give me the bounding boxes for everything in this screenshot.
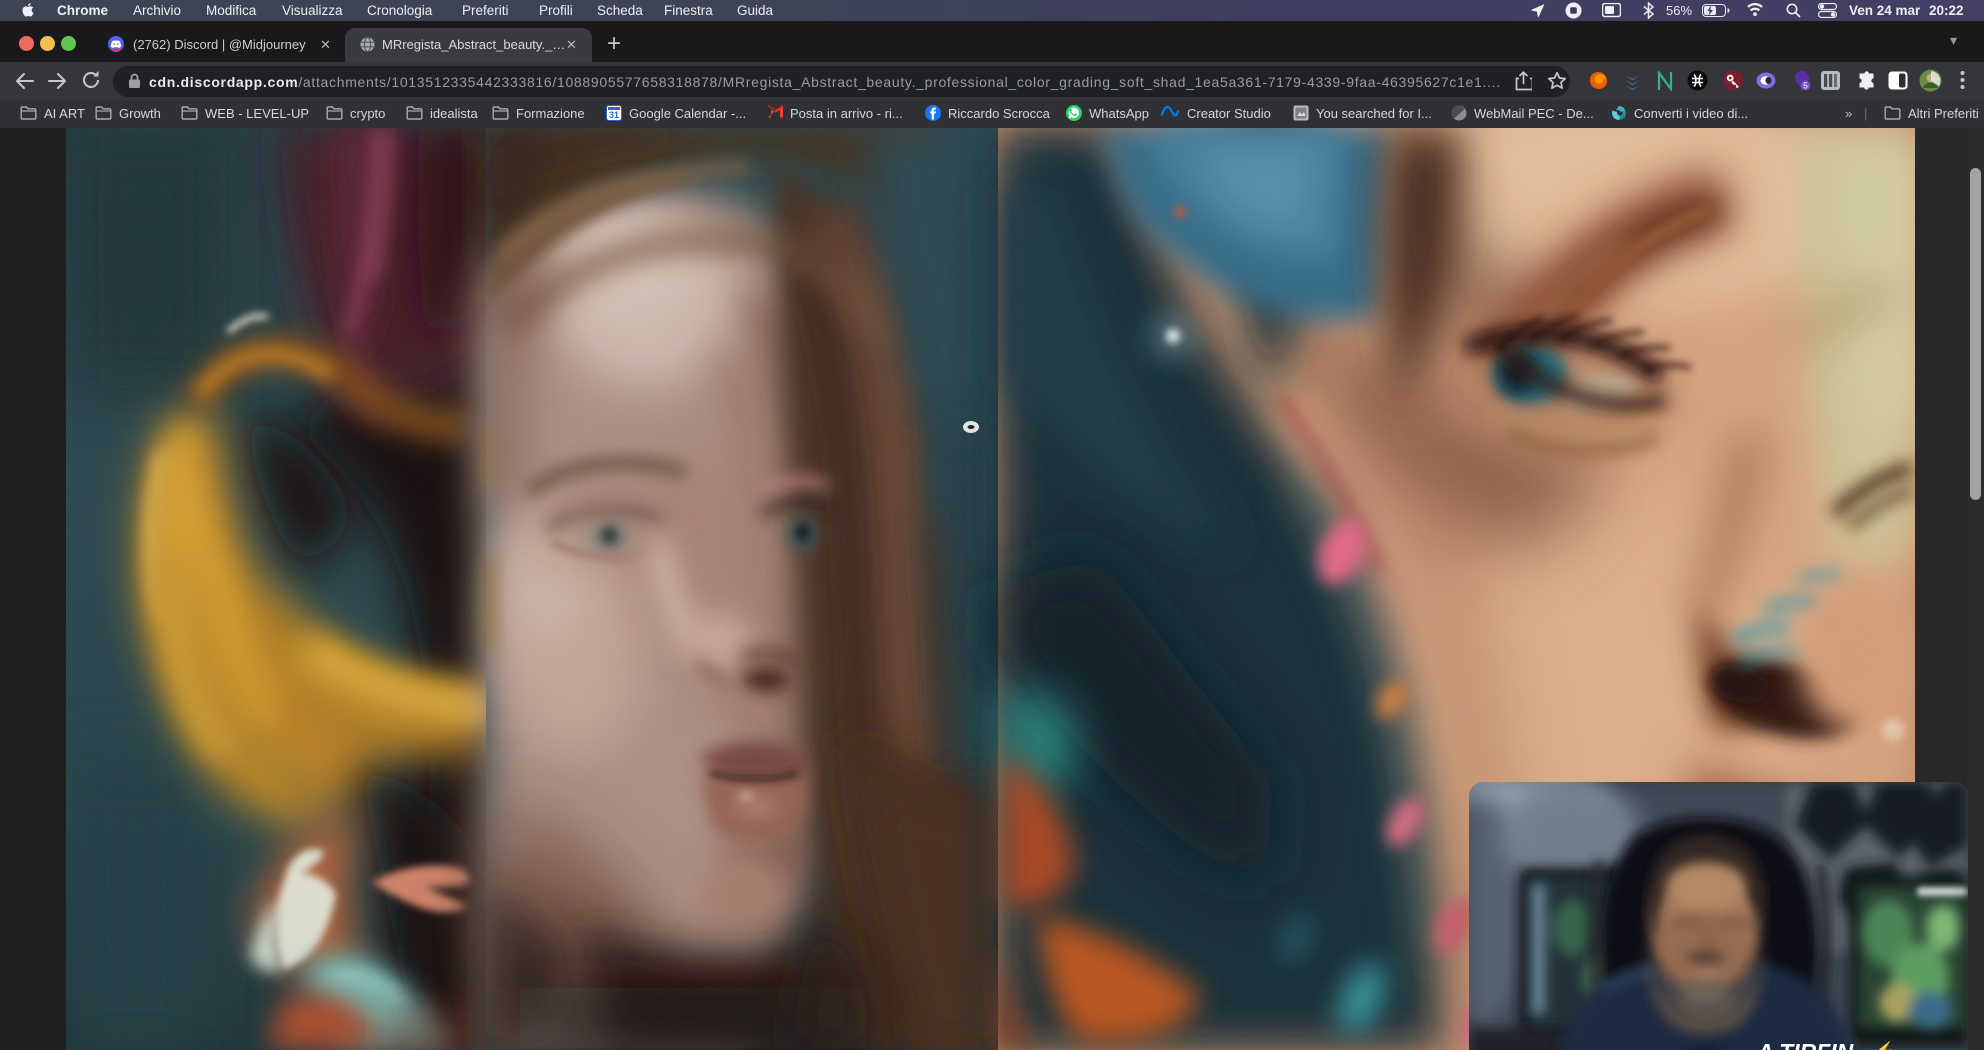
svg-text:5: 5	[1803, 81, 1808, 91]
svg-text:⚡: ⚡	[1872, 1040, 1896, 1050]
svg-text:A TIRFIN: A TIRFIN	[1756, 1039, 1854, 1050]
svg-text:31: 31	[609, 110, 619, 120]
